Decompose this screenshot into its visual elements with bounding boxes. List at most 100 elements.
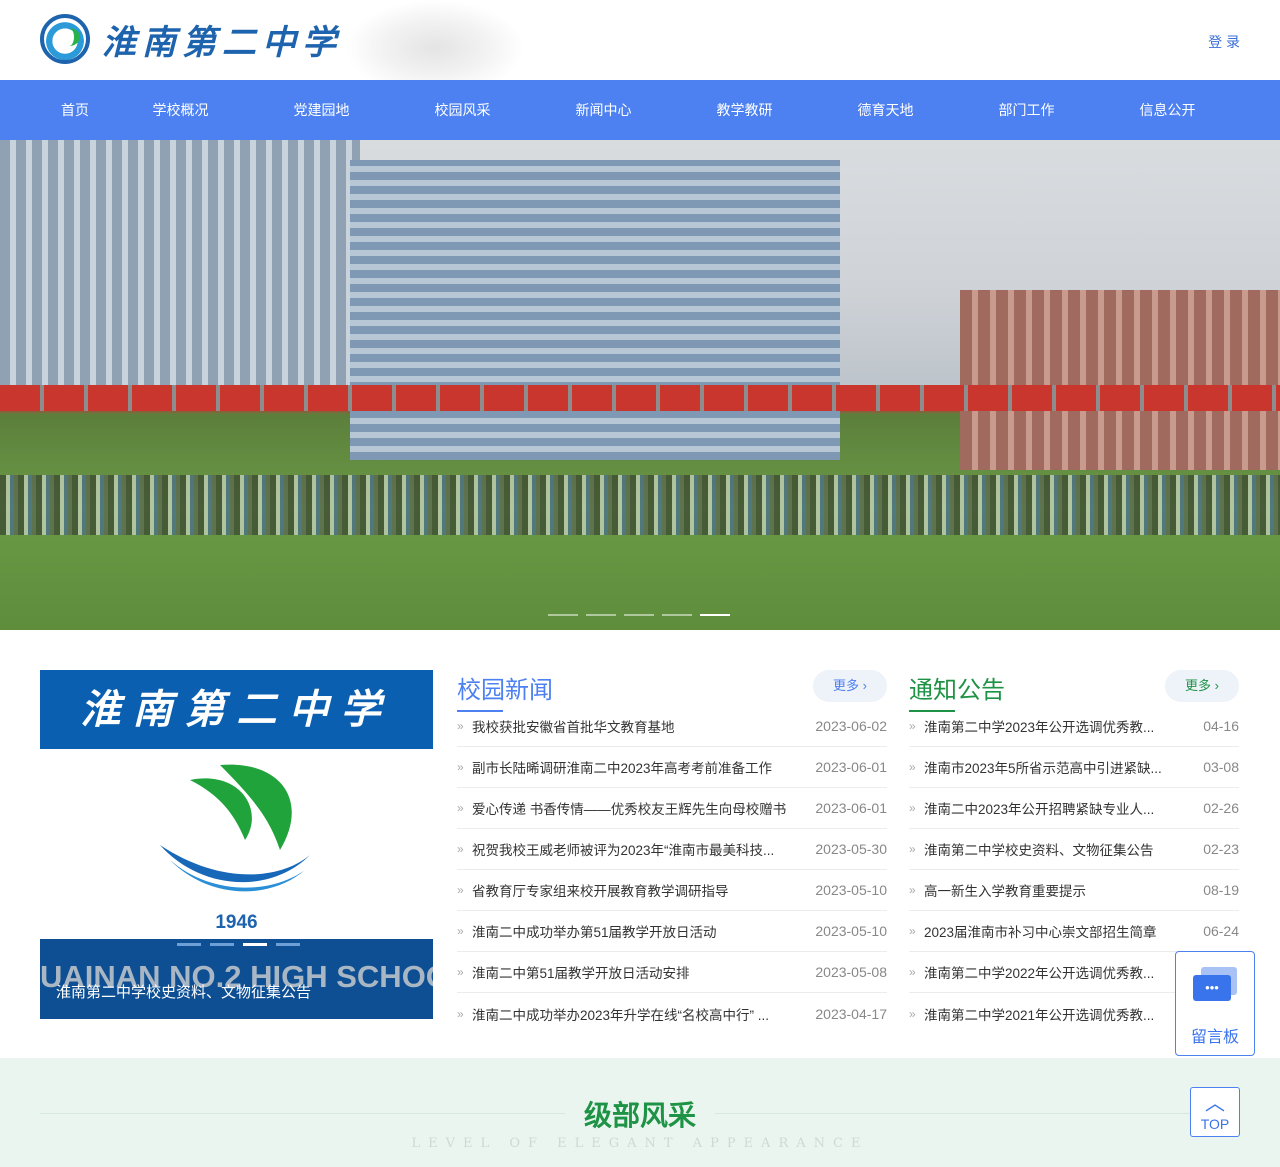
feature-slider[interactable]: 淮南第二中学 1946 UAINAN NO.2 HIGH SCHOO 淮南第二中… — [40, 670, 433, 1019]
double-chevron-icon: » — [909, 719, 916, 733]
carousel-dot[interactable] — [662, 614, 692, 616]
list-item[interactable]: » 淮南二中第51届教学开放日活动安排 2023-05-08 — [457, 952, 887, 993]
list-item[interactable]: » 淮南市2023年5所省示范高中引进紧缺... 03-08 — [909, 747, 1239, 788]
feature-indicators — [177, 943, 300, 946]
item-title[interactable]: 我校获批安徽省首批华文教育基地 — [472, 716, 807, 736]
slider-dot[interactable] — [177, 943, 201, 946]
login-link[interactable]: 登 录 — [1208, 32, 1240, 52]
grade-showcase-section: 级部风采 LEVEL OF ELEGANT APPEARANCE — [0, 1058, 1280, 1167]
item-date: 2023-04-17 — [815, 1005, 887, 1022]
list-item[interactable]: » 淮南第二中学校史资料、文物征集公告 02-23 — [909, 829, 1239, 870]
item-date: 02-23 — [1203, 841, 1239, 857]
double-chevron-icon: » — [909, 842, 916, 856]
item-title[interactable]: 淮南第二中学2023年公开选调优秀教... — [924, 716, 1195, 736]
item-date: 08-19 — [1203, 882, 1239, 898]
school-logo[interactable]: 淮南第二中学 — [40, 14, 342, 64]
item-title[interactable]: 省教育厅专家组来校开展教育教学调研指导 — [472, 880, 807, 900]
double-chevron-icon: » — [457, 1006, 464, 1021]
item-title[interactable]: 淮南二中成功举办2023年升学在线“名校高中行” ... — [472, 1004, 807, 1024]
list-item[interactable]: » 淮南第二中学2023年公开选调优秀教... 04-16 — [909, 706, 1239, 747]
list-item[interactable]: » 省教育厅专家组来校开展教育教学调研指导 2023-05-10 — [457, 870, 887, 911]
list-item[interactable]: » 淮南二中成功举办2023年升学在线“名校高中行” ... 2023-04-17 — [457, 993, 887, 1034]
header: 淮南第二中学 登 录 — [0, 0, 1280, 80]
hero-carousel[interactable] — [0, 140, 1280, 630]
double-chevron-icon: » — [909, 801, 916, 815]
hero-photo-crowd — [0, 475, 1280, 535]
item-date: 2023-06-01 — [815, 759, 887, 775]
back-to-top-button[interactable]: ︿ TOP — [1190, 1087, 1240, 1137]
school-emblem-icon — [160, 764, 310, 892]
nav-about[interactable]: 学校概况 — [110, 100, 251, 120]
list-item[interactable]: » 2023届淮南市补习中心崇文部招生简章 06-24 — [909, 911, 1239, 952]
news-more-button[interactable]: 更多 › — [813, 670, 887, 702]
message-board-button[interactable]: 留言板 — [1175, 951, 1255, 1056]
slider-dot-active[interactable] — [243, 943, 267, 946]
nav-moral[interactable]: 德育天地 — [815, 100, 956, 120]
double-chevron-icon: » — [909, 924, 916, 938]
feature-caption[interactable]: 淮南第二中学校史资料、文物征集公告 — [56, 981, 311, 1002]
double-chevron-icon: » — [909, 883, 916, 897]
nav-home[interactable]: 首页 — [40, 100, 110, 120]
list-item[interactable]: » 淮南二中2023年公开招聘紧缺专业人... 02-26 — [909, 788, 1239, 829]
item-date: 06-24 — [1203, 923, 1239, 939]
list-item[interactable]: » 祝贺我校王威老师被评为2023年“淮南市最美科技... 2023-05-30 — [457, 829, 887, 870]
item-date: 2023-05-08 — [815, 964, 887, 980]
hero-photo-fence — [0, 385, 1280, 411]
slider-dot[interactable] — [210, 943, 234, 946]
top-label: TOP — [1200, 1116, 1230, 1132]
nav-info[interactable]: 信息公开 — [1097, 100, 1238, 120]
double-chevron-icon: » — [457, 760, 464, 774]
item-date: 2023-05-30 — [815, 841, 887, 857]
news-title: 校园新闻 — [457, 670, 553, 712]
item-date: 2023-06-02 — [815, 718, 887, 734]
chevron-up-icon: ︿ — [1205, 1093, 1225, 1115]
item-title[interactable]: 淮南二中第51届教学开放日活动安排 — [472, 962, 807, 982]
carousel-dot[interactable] — [548, 614, 578, 616]
double-chevron-icon: » — [457, 719, 464, 733]
list-item[interactable]: » 爱心传递 书香传情——优秀校友王辉先生向母校赠书 2023-06-01 — [457, 788, 887, 829]
list-item[interactable]: » 淮南二中成功举办第51届教学开放日活动 2023-05-10 — [457, 911, 887, 952]
building-watermark — [345, 0, 525, 80]
notices-title: 通知公告 — [909, 670, 1005, 712]
slider-dot[interactable] — [276, 943, 300, 946]
item-title[interactable]: 淮南第二中学校史资料、文物征集公告 — [924, 839, 1195, 859]
item-title[interactable]: 淮南市2023年5所省示范高中引进紧缺... — [924, 757, 1195, 777]
nav-party[interactable]: 党建园地 — [251, 100, 392, 120]
section-subtitle: LEVEL OF ELEGANT APPEARANCE — [411, 1136, 869, 1151]
double-chevron-icon: » — [457, 842, 464, 856]
nav-teaching[interactable]: 教学教研 — [674, 100, 815, 120]
nav-campus[interactable]: 校园风采 — [392, 100, 533, 120]
main-nav: 首页 学校概况 党建园地 校园风采 新闻中心 教学教研 德育天地 部门工作 信息… — [0, 80, 1280, 140]
item-title[interactable]: 淮南二中2023年公开招聘紧缺专业人... — [924, 798, 1195, 818]
item-title[interactable]: 淮南二中成功举办第51届教学开放日活动 — [472, 921, 807, 941]
nav-departments[interactable]: 部门工作 — [956, 100, 1097, 120]
list-item[interactable]: » 副市长陆晞调研淮南二中2023年高考考前准备工作 2023-06-01 — [457, 747, 887, 788]
carousel-dot[interactable] — [624, 614, 654, 616]
item-date: 02-26 — [1203, 800, 1239, 816]
item-date: 04-16 — [1203, 718, 1239, 734]
hero-photo-building — [350, 160, 840, 460]
item-date: 03-08 — [1203, 759, 1239, 775]
school-name: 淮南第二中学 — [102, 22, 342, 63]
carousel-dot-active[interactable] — [700, 614, 730, 616]
notices-more-button[interactable]: 更多 › — [1165, 670, 1239, 702]
item-title[interactable]: 副市长陆晞调研淮南二中2023年高考考前准备工作 — [472, 757, 807, 777]
message-board-label: 留言板 — [1190, 1029, 1239, 1046]
item-title[interactable]: 爱心传递 书香传情——优秀校友王辉先生向母校赠书 — [472, 798, 807, 818]
item-date: 2023-05-10 — [815, 882, 887, 898]
chat-bubble-icon — [1193, 967, 1237, 1009]
double-chevron-icon: » — [909, 760, 916, 774]
news-list: » 我校获批安徽省首批华文教育基地 2023-06-02 » 副市长陆晞调研淮南二中20… — [457, 706, 887, 1034]
hero-photo-building — [960, 290, 1280, 470]
section-title: 级部风采 — [565, 1094, 715, 1134]
double-chevron-icon: » — [457, 801, 464, 815]
nav-news[interactable]: 新闻中心 — [533, 100, 674, 120]
list-item[interactable]: » 我校获批安徽省首批华文教育基地 2023-06-02 — [457, 706, 887, 747]
list-item[interactable]: » 高一新生入学教育重要提示 08-19 — [909, 870, 1239, 911]
item-title[interactable]: 2023届淮南市补习中心崇文部招生简章 — [924, 921, 1195, 941]
school-emblem-icon — [40, 14, 90, 64]
item-date: 2023-05-10 — [815, 923, 887, 939]
item-title[interactable]: 高一新生入学教育重要提示 — [924, 880, 1195, 900]
item-title[interactable]: 祝贺我校王威老师被评为2023年“淮南市最美科技... — [472, 839, 807, 859]
carousel-dot[interactable] — [586, 614, 616, 616]
